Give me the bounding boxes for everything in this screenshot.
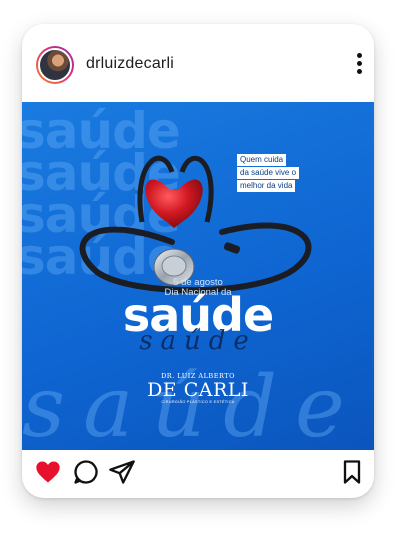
tagline: Quem cuida da saúde vive o melhor da vid… [237, 154, 300, 193]
send-icon[interactable] [108, 458, 136, 486]
heart-icon[interactable] [34, 458, 62, 486]
brand-logo: DR. LUIZ ALBERTO DE CARLI CIRURGIÃO PLÁS… [147, 372, 249, 404]
headline-script: saúde [139, 326, 257, 356]
username[interactable]: drluizdecarli [86, 55, 174, 73]
post-actions [22, 450, 374, 498]
comment-icon[interactable] [72, 458, 100, 486]
instagram-post-card: drluizdecarli saúde saúde saúde saúde sa… [22, 24, 374, 498]
more-options-icon[interactable] [354, 53, 364, 77]
post-header: drluizdecarli [22, 24, 374, 102]
heart-icon [145, 179, 203, 228]
avatar[interactable] [36, 46, 74, 84]
post-image[interactable]: saúde saúde saúde saúde saúde Quem cuida… [22, 102, 374, 450]
bookmark-icon[interactable] [338, 458, 366, 486]
